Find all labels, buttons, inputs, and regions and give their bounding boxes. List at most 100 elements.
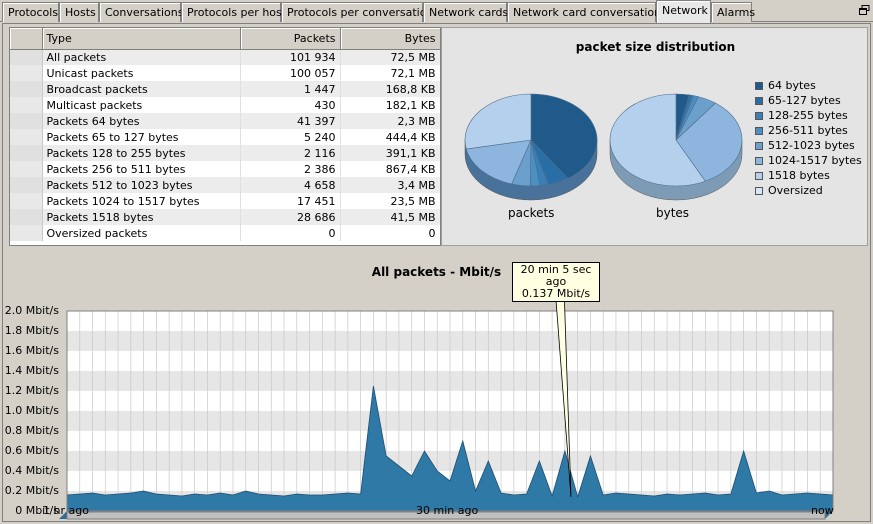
cell-type: Packets 128 to 255 bytes <box>42 145 241 161</box>
cell-bytes: 168,8 KB <box>340 81 440 97</box>
cell-bytes: 444,4 KB <box>340 129 440 145</box>
table-row[interactable]: Multicast packets 430 182,1 KB <box>10 97 440 113</box>
tab-alarms[interactable]: Alarms <box>711 2 755 22</box>
column-header-packets[interactable]: Packets <box>240 28 341 50</box>
legend-label: 256-511 bytes <box>768 124 848 137</box>
legend-item: 128-255 bytes <box>755 108 862 123</box>
y-tick-label: 1.2 Mbit/s <box>4 384 59 397</box>
row-selector <box>10 81 43 97</box>
tab-protocols-per-conversation[interactable]: Protocols per conversation <box>281 2 433 22</box>
x-tick-label: 1 hr ago <box>43 504 89 517</box>
cell-type: Packets 1024 to 1517 bytes <box>42 193 241 209</box>
legend-label: 1518 bytes <box>768 169 830 182</box>
cell-bytes: 2,3 MB <box>340 113 440 129</box>
legend-label: 65-127 bytes <box>768 94 841 107</box>
legend-label: 128-255 bytes <box>768 109 848 122</box>
legend-item: 64 bytes <box>755 78 862 93</box>
legend-label: 512-1023 bytes <box>768 139 855 152</box>
row-selector <box>10 161 43 177</box>
chart-tooltip: 20 min 5 sec ago 0.137 Mbit/s <box>512 262 600 302</box>
tab-hosts[interactable]: Hosts <box>59 2 99 22</box>
throughput-plot <box>59 286 834 520</box>
column-header-type[interactable]: Type <box>42 28 241 50</box>
cell-bytes: 41,5 MB <box>340 209 440 225</box>
pie-label-packets: packets <box>508 206 555 220</box>
y-tick-label: 0.8 Mbit/s <box>4 424 59 437</box>
legend-label: 64 bytes <box>768 79 816 92</box>
tab-network-card-conversations[interactable]: Network card conversations <box>507 2 667 22</box>
tab-network[interactable]: Network <box>656 0 711 23</box>
cell-type: Packets 64 bytes <box>42 113 241 129</box>
cell-bytes: 72,1 MB <box>340 65 440 81</box>
tooltip-value: 0.137 Mbit/s <box>521 287 591 300</box>
legend-label: Oversized <box>768 184 823 197</box>
y-tick-label: 0.6 Mbit/s <box>4 444 59 457</box>
tab-network-cards[interactable]: Network cards <box>423 2 508 22</box>
table-row[interactable]: Packets 256 to 511 bytes 2 386 867,4 KB <box>10 161 440 177</box>
cell-packets: 0 <box>240 225 341 241</box>
table-row[interactable]: Broadcast packets 1 447 168,8 KB <box>10 81 440 97</box>
pie-charts <box>464 93 743 201</box>
tooltip-time: 20 min 5 sec ago <box>520 263 592 288</box>
table-row[interactable]: Packets 65 to 127 bytes 5 240 444,4 KB <box>10 129 440 145</box>
tab-protocols-per-host[interactable]: Protocols per host <box>181 2 286 22</box>
cell-type: Packets 512 to 1023 bytes <box>42 177 241 193</box>
cell-packets: 430 <box>240 97 341 113</box>
cell-bytes: 0 <box>340 225 440 241</box>
legend-item: 1518 bytes <box>755 168 862 183</box>
row-selector <box>10 97 43 113</box>
pie-legend: 64 bytes 65-127 bytes 128-255 bytes 256-511… <box>755 78 862 198</box>
y-tick-label: 1.4 Mbit/s <box>4 364 59 377</box>
legend-swatch <box>755 142 763 150</box>
cell-type: Packets 65 to 127 bytes <box>42 129 241 145</box>
x-tick-label: 30 min ago <box>416 504 479 517</box>
table-row[interactable]: Unicast packets 100 057 72,1 MB <box>10 65 440 81</box>
table-row[interactable]: All packets 101 934 72,5 MB <box>10 49 440 65</box>
y-tick-label: 0.4 Mbit/s <box>4 464 59 477</box>
table-row[interactable]: Packets 64 bytes 41 397 2,3 MB <box>10 113 440 129</box>
row-selector-header <box>10 28 43 50</box>
restore-window-icon[interactable] <box>859 5 870 15</box>
cell-packets: 2 386 <box>240 161 341 177</box>
legend-item: 65-127 bytes <box>755 93 862 108</box>
packet-stats-table: Type Packets Bytes All packets 101 934 72,… <box>9 27 441 246</box>
y-tick-label: 0.2 Mbit/s <box>4 484 59 497</box>
table-row[interactable]: Packets 128 to 255 bytes 2 116 391,1 KB <box>10 145 440 161</box>
x-tick-label: now <box>811 504 834 517</box>
cell-type: Unicast packets <box>42 65 241 81</box>
legend-swatch <box>755 187 763 195</box>
cell-type: Oversized packets <box>42 225 241 241</box>
row-selector <box>10 49 43 65</box>
row-selector <box>10 209 43 225</box>
row-selector <box>10 193 43 209</box>
cell-bytes: 867,4 KB <box>340 161 440 177</box>
tab-protocols[interactable]: Protocols <box>2 2 59 22</box>
legend-item: Oversized <box>755 183 862 198</box>
table-row[interactable]: Packets 512 to 1023 bytes 4 658 3,4 MB <box>10 177 440 193</box>
column-header-bytes[interactable]: Bytes <box>340 28 440 50</box>
row-selector <box>10 129 43 145</box>
tab-bar: Protocols Hosts Conversations Protocols per… <box>0 0 873 23</box>
legend-swatch <box>755 157 763 165</box>
cell-packets: 101 934 <box>240 49 341 65</box>
y-tick-label: 1.0 Mbit/s <box>4 404 59 417</box>
row-selector <box>10 225 43 241</box>
legend-label: 1024-1517 bytes <box>768 154 862 167</box>
cell-type: Packets 1518 bytes <box>42 209 241 225</box>
legend-swatch <box>755 97 763 105</box>
legend-item: 512-1023 bytes <box>755 138 862 153</box>
tab-conversations[interactable]: Conversations <box>99 2 183 22</box>
table-row[interactable]: Packets 1024 to 1517 bytes 17 451 23,5 MB <box>10 193 440 209</box>
pie-slice-packets[interactable] <box>464 93 532 150</box>
table-row[interactable]: Packets 1518 bytes 28 686 41,5 MB <box>10 209 440 225</box>
table-row[interactable]: Oversized packets 0 0 <box>10 225 440 241</box>
cell-packets: 1 447 <box>240 81 341 97</box>
cell-packets: 4 658 <box>240 177 341 193</box>
row-selector <box>10 145 43 161</box>
pie-label-bytes: bytes <box>656 206 690 220</box>
y-tick-label: 1.8 Mbit/s <box>4 324 59 337</box>
cell-type: All packets <box>42 49 241 65</box>
cell-bytes: 72,5 MB <box>340 49 440 65</box>
cell-bytes: 391,1 KB <box>340 145 440 161</box>
cell-packets: 17 451 <box>240 193 341 209</box>
